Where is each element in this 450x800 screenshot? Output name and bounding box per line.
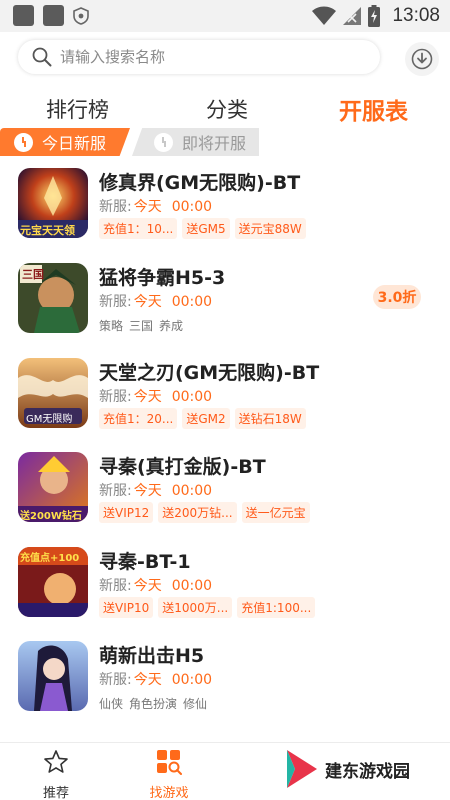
nav-recommend[interactable]: 推荐 bbox=[26, 749, 86, 800]
nav-label: 找游戏 bbox=[149, 786, 189, 800]
server-open-time: 新服: 今天 00:00 bbox=[99, 578, 213, 594]
signal-icon bbox=[343, 7, 362, 25]
benefit-tag: 送钻石18W bbox=[234, 408, 306, 429]
subtab-today-new-servers[interactable]: 今日新服 bbox=[0, 128, 130, 156]
game-list-item[interactable]: GM无限购 天堂之刃(GM无限购)-BT 新服: 今天 00:00 充值1：20..… bbox=[0, 358, 450, 452]
game-icon: 送200W钻石 bbox=[18, 452, 88, 522]
search-bar[interactable] bbox=[18, 40, 380, 74]
subtab-label: 即将开服 bbox=[182, 134, 247, 153]
benefit-tag: 送1000万... bbox=[158, 597, 233, 618]
server-open-time: 新服: 今天 00:00 bbox=[99, 199, 213, 215]
game-tags: 送VIP10 送1000万... 充值1:100... bbox=[99, 597, 316, 618]
game-tags: 仙侠 角色扮演 修仙 bbox=[99, 695, 207, 712]
game-list-item[interactable]: 充值点+100 寻秦-BT-1 新服: 今天 00:00 送VIP10 送1000万… bbox=[0, 547, 450, 641]
clock-time: 13:08 bbox=[392, 5, 440, 26]
subtab-label: 今日新服 bbox=[42, 134, 107, 153]
genre-tag: 三国 bbox=[129, 319, 154, 333]
download-button[interactable] bbox=[405, 42, 439, 76]
game-tags: 充值1：20... 送GM2 送钻石18W bbox=[99, 408, 306, 429]
download-icon bbox=[411, 48, 433, 70]
game-icon: GM无限购 bbox=[18, 358, 88, 428]
watermark-text: 建东游戏园 bbox=[325, 761, 410, 782]
game-icon: 元宝天天领 bbox=[18, 168, 88, 238]
genre-tag: 养成 bbox=[159, 319, 184, 333]
benefit-tag: 充值1：10... bbox=[99, 218, 178, 239]
game-title: 萌新出击H5 bbox=[99, 645, 205, 667]
notification-icon bbox=[43, 5, 64, 26]
nav-find-games[interactable]: 找游戏 bbox=[139, 749, 199, 800]
tab-ranking[interactable]: 排行榜 bbox=[46, 94, 109, 124]
server-open-time: 新服: 今天 00:00 bbox=[99, 294, 213, 310]
game-list-item[interactable]: 三国 猛将争霸H5-3 新服: 今天 00:00 策略 三国 养成 3.0折 bbox=[0, 263, 450, 357]
game-title: 修真界(GM无限购)-BT bbox=[99, 172, 301, 194]
game-tags: 策略 三国 养成 bbox=[99, 317, 183, 334]
game-tags: 充值1：10... 送GM5 送元宝88W bbox=[99, 218, 306, 239]
benefit-tag: 送200万钻... bbox=[158, 502, 237, 523]
benefit-tag: 送GM2 bbox=[182, 408, 230, 429]
shield-icon bbox=[73, 7, 89, 25]
search-input[interactable] bbox=[60, 48, 360, 66]
game-icon bbox=[18, 641, 88, 711]
game-list-item[interactable]: 送200W钻石 寻秦(真打金版)-BT 新服: 今天 00:00 送VIP12 送2… bbox=[0, 452, 450, 546]
game-icon: 充值点+100 bbox=[18, 547, 88, 617]
search-icon bbox=[32, 47, 52, 67]
server-open-time: 新服: 今天 00:00 bbox=[99, 389, 213, 405]
game-list-item[interactable]: 元宝天天领 修真界(GM无限购)-BT 新服: 今天 00:00 充值1：10...… bbox=[0, 168, 450, 262]
game-icon: 三国 bbox=[18, 263, 88, 333]
game-tags: 送VIP12 送200万钻... 送一亿元宝 bbox=[99, 502, 310, 523]
star-icon bbox=[44, 750, 68, 773]
nav-label: 推荐 bbox=[42, 786, 69, 800]
benefit-tag: 充值1:100... bbox=[237, 597, 316, 618]
game-list-item[interactable]: 萌新出击H5 新服: 今天 00:00 仙侠 角色扮演 修仙 bbox=[0, 641, 450, 735]
genre-tag: 仙侠 bbox=[99, 697, 124, 711]
tab-server-schedule[interactable]: 开服表 bbox=[339, 92, 408, 126]
genre-tag: 角色扮演 bbox=[129, 697, 178, 711]
notification-icon bbox=[13, 5, 34, 26]
server-open-time: 新服: 今天 00:00 bbox=[99, 672, 213, 688]
status-bar: 13:08 bbox=[0, 0, 450, 32]
genre-tag: 修仙 bbox=[183, 697, 208, 711]
battery-icon bbox=[368, 5, 381, 27]
game-title: 天堂之刃(GM无限购)-BT bbox=[99, 362, 320, 384]
play-logo-icon bbox=[287, 750, 317, 788]
benefit-tag: 送VIP12 bbox=[99, 502, 154, 523]
benefit-tag: 送一亿元宝 bbox=[241, 502, 310, 523]
benefit-tag: 送VIP10 bbox=[99, 597, 154, 618]
benefit-tag: 送GM5 bbox=[182, 218, 230, 239]
game-title: 寻秦-BT-1 bbox=[99, 551, 191, 573]
game-title: 猛将争霸H5-3 bbox=[99, 267, 226, 289]
benefit-tag: 送元宝88W bbox=[234, 218, 306, 239]
genre-tag: 策略 bbox=[99, 319, 124, 333]
watermark-logo: 建东游戏园 bbox=[285, 748, 410, 790]
tab-category[interactable]: 分类 bbox=[206, 94, 248, 124]
benefit-tag: 充值1：20... bbox=[99, 408, 178, 429]
grid-search-icon bbox=[157, 750, 182, 775]
clock-icon bbox=[14, 132, 33, 152]
server-open-time: 新服: 今天 00:00 bbox=[99, 483, 213, 499]
discount-badge: 3.0折 bbox=[373, 285, 421, 309]
wifi-icon bbox=[312, 6, 337, 25]
subtab-upcoming-servers[interactable]: 即将开服 bbox=[132, 128, 259, 156]
clock-icon bbox=[154, 132, 173, 152]
game-title: 寻秦(真打金版)-BT bbox=[99, 456, 266, 478]
